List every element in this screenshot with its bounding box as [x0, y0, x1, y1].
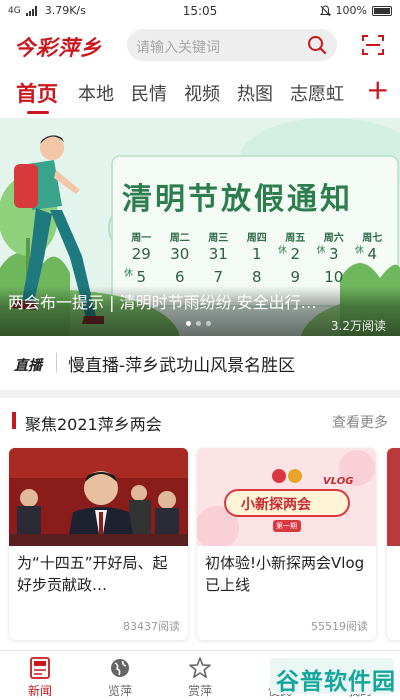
see-more-link[interactable]: 查看更多: [332, 412, 388, 432]
vlog-image-title: 小新探两会: [241, 497, 311, 513]
nav-label: 赏萍: [187, 684, 212, 698]
section-accent-bar: [12, 412, 16, 429]
section-title: 聚焦2021萍乡两会: [25, 415, 162, 434]
app-logo[interactable]: 今彩萍乡: [14, 32, 102, 62]
calendar-day: 休3: [315, 243, 354, 266]
calendar-day: 休2: [276, 243, 315, 266]
calendar-day-number: 2: [290, 245, 301, 263]
rest-mark: 休: [124, 269, 134, 279]
app-header: 今彩萍乡 请输入关键词: [0, 24, 400, 66]
holiday-calendar: 周一 周二 周三 周四 周五 周六 周七 29 30 31 1 休2 休3 休4…: [122, 229, 392, 289]
news-card-title: 初体验!小新探两会Vlog已上线: [205, 554, 365, 594]
vlog-badge: VLOG: [323, 476, 354, 487]
news-card-image: [9, 448, 188, 546]
rest-mark: 休: [355, 246, 365, 256]
weekday-label: 周三: [208, 233, 229, 244]
nav-browse[interactable]: 览萍: [80, 651, 160, 700]
news-card-views: 55519阅读: [311, 620, 368, 633]
calendar-day: 休4: [353, 243, 392, 266]
add-channel-button[interactable]: +: [366, 76, 389, 104]
nav-label: 新闻: [27, 684, 52, 698]
calendar-day-number: 5: [136, 268, 147, 286]
news-icon: [30, 657, 50, 679]
news-card-image: [387, 448, 400, 546]
globe-icon: [111, 659, 129, 677]
site-watermark: 谷普软件园: [270, 658, 396, 695]
battery-icon: [372, 5, 392, 16]
banner-view-count: 3.2万阅读: [330, 319, 386, 333]
rest-mark: 休: [278, 246, 288, 256]
calendar-day-number: 3: [328, 245, 339, 263]
notice-title: 清明节放假通知: [122, 182, 353, 217]
weekday-label: 周四: [246, 233, 267, 244]
watermark-text: 谷普软件园: [276, 669, 396, 695]
carousel-dot: [196, 321, 201, 326]
calendar-day: 31: [208, 245, 228, 263]
active-tab-indicator: [27, 111, 49, 114]
carousel-dot: [206, 321, 211, 326]
news-card[interactable]: 为“十四五”开好局、起好步贡献政… 83437阅读: [9, 448, 188, 640]
live-stream-item[interactable]: 直播 慢直播-萍乡武功山风景名胜区: [0, 336, 400, 390]
search-input[interactable]: 请输入关键词: [136, 37, 220, 57]
status-bar: 4G 3.79K/s 15:05 100%: [0, 0, 400, 24]
tab-hot-pictures[interactable]: 热图: [237, 80, 273, 106]
news-card-title: 为“十四五”开好局、起好步贡献政…: [17, 554, 168, 594]
search-bar[interactable]: 请输入关键词: [127, 29, 337, 61]
calendar-day: 30: [170, 245, 190, 263]
star-icon: [189, 657, 211, 678]
search-icon[interactable]: [307, 35, 327, 55]
news-card[interactable]: 小新探两会 VLOG 第一期 初体验!小新探两会Vlog已上线 55519阅读: [197, 448, 376, 640]
calendar-day-number: 4: [367, 245, 378, 263]
divider: [56, 353, 57, 373]
channel-tabs: 首页 本地 民情 视频 热图 志愿虹 +: [0, 66, 400, 118]
nav-news[interactable]: 新闻: [0, 651, 80, 700]
status-time: 15:05: [182, 4, 218, 18]
banner-headline[interactable]: 两会布一提示 | 清明时节雨纷纷,安全出行…: [8, 289, 388, 313]
news-card-views: 83437阅读: [123, 620, 180, 633]
banner-carousel[interactable]: 清明节放假通知 周一 周二 周三 周四 周五 周六 周七 29 30 31 1 …: [0, 118, 400, 336]
rest-mark: 休: [316, 246, 326, 256]
live-tag: 直播: [14, 358, 42, 374]
nav-label: 览萍: [107, 684, 132, 698]
tab-volunteer[interactable]: 志愿虹: [290, 80, 344, 106]
vlog-episode: 第一期: [276, 522, 297, 530]
weekday-label: 周二: [169, 233, 190, 244]
battery-percent: 100%: [335, 4, 367, 17]
news-card-partial[interactable]: [387, 448, 400, 640]
scan-icon[interactable]: [362, 35, 384, 55]
tab-video[interactable]: 视频: [184, 80, 220, 106]
tab-public-opinion[interactable]: 民情: [131, 80, 167, 106]
tab-local[interactable]: 本地: [78, 80, 114, 106]
weekday-label: 周一: [131, 233, 152, 244]
nav-appreciate[interactable]: 赏萍: [160, 651, 240, 700]
tab-home[interactable]: 首页: [16, 78, 58, 108]
live-stream-title[interactable]: 慢直播-萍乡武功山风景名胜区: [68, 351, 295, 376]
carousel-dot: [186, 321, 191, 326]
calendar-day: 1: [251, 245, 262, 263]
silent-icon: [319, 4, 331, 16]
carousel-indicator: [186, 321, 211, 326]
